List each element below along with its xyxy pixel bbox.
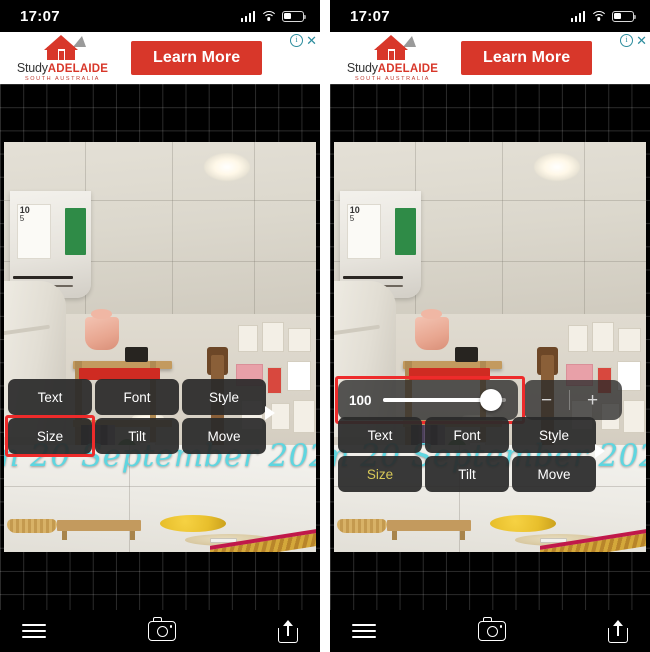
wifi-icon bbox=[590, 10, 607, 22]
guitar-body bbox=[490, 514, 556, 532]
slider-thumb bbox=[480, 389, 503, 411]
slider-fill bbox=[383, 398, 492, 402]
woven-basket bbox=[337, 518, 388, 533]
tilt-button[interactable]: Tilt bbox=[425, 456, 509, 492]
size-button[interactable]: Size bbox=[8, 418, 92, 454]
battery-icon bbox=[282, 10, 307, 22]
house-logo-icon bbox=[40, 34, 86, 60]
status-bar: 17:07 bbox=[330, 0, 650, 32]
right-phone-screenshot: 17:07 StudyADELAIDE SOUTH AUSTRALIA Lear… bbox=[330, 0, 650, 652]
ad-banner[interactable]: StudyADELAIDE SOUTH AUSTRALIA Learn More… bbox=[0, 32, 320, 84]
photo-canvas[interactable]: 10 5 bbox=[330, 84, 650, 652]
font-button[interactable]: Font bbox=[95, 379, 179, 415]
status-bar: 17:07 bbox=[0, 0, 320, 32]
photo-canvas[interactable]: 10 5 bbox=[0, 84, 320, 652]
learn-more-button[interactable]: Learn More bbox=[461, 41, 593, 75]
info-icon[interactable]: i bbox=[620, 34, 634, 47]
learn-more-button[interactable]: Learn More bbox=[131, 41, 263, 75]
close-icon[interactable]: ✕ bbox=[636, 34, 647, 47]
size-slider: 100 bbox=[338, 380, 518, 420]
ceiling-light bbox=[533, 152, 580, 181]
text-button[interactable]: Text bbox=[8, 379, 92, 415]
woven-basket bbox=[7, 518, 58, 533]
pink-container bbox=[414, 309, 449, 350]
size-stepper: − + bbox=[524, 380, 622, 420]
bottom-toolbar bbox=[0, 610, 320, 652]
hamburger-menu-icon[interactable] bbox=[22, 624, 46, 638]
camera-icon[interactable] bbox=[478, 617, 506, 641]
slider-track[interactable] bbox=[383, 389, 506, 411]
expand-arrow-icon[interactable] bbox=[595, 444, 605, 458]
camera-icon[interactable] bbox=[148, 617, 176, 641]
editor-button-pad: Text Font Style Size Tilt Move bbox=[8, 379, 266, 454]
photo-floor bbox=[4, 445, 316, 552]
status-bar-icons bbox=[570, 10, 637, 22]
ad-banner[interactable]: StudyADELAIDE SOUTH AUSTRALIA Learn More… bbox=[330, 32, 650, 84]
ad-brand-tagline: SOUTH AUSTRALIA bbox=[24, 76, 101, 82]
plus-icon[interactable]: + bbox=[570, 391, 615, 410]
guitar-body bbox=[160, 514, 226, 532]
info-icon[interactable]: i bbox=[290, 34, 304, 47]
text-button[interactable]: Text bbox=[338, 417, 422, 453]
style-button[interactable]: Style bbox=[182, 379, 266, 415]
share-icon[interactable] bbox=[608, 619, 628, 643]
status-bar-clock: 17:07 bbox=[350, 7, 390, 25]
status-bar-icons bbox=[240, 10, 307, 22]
size-value: 100 bbox=[349, 392, 372, 408]
status-bar-clock: 17:07 bbox=[20, 7, 60, 25]
edited-photo[interactable]: 10 5 bbox=[4, 142, 316, 552]
screenshot-divider bbox=[320, 0, 330, 652]
wifi-icon bbox=[260, 10, 277, 22]
low-shelf bbox=[57, 520, 142, 540]
share-icon[interactable] bbox=[278, 619, 298, 643]
ad-brand-name: StudyADELAIDE bbox=[346, 61, 439, 75]
cellular-bars-icon bbox=[240, 10, 255, 22]
ad-badges: i ✕ bbox=[620, 34, 647, 47]
move-button[interactable]: Move bbox=[182, 418, 266, 454]
font-button[interactable]: Font bbox=[425, 417, 509, 453]
low-shelf bbox=[387, 520, 472, 540]
ad-logo: StudyADELAIDE SOUTH AUSTRALIA bbox=[330, 34, 455, 82]
left-phone-screenshot: 17:07 StudyADELAIDE SOUTH AUSTRALIA Lear… bbox=[0, 0, 320, 652]
move-button[interactable]: Move bbox=[512, 456, 596, 492]
size-button[interactable]: Size bbox=[338, 456, 422, 492]
pink-container bbox=[84, 309, 119, 350]
ad-brand-tagline: SOUTH AUSTRALIA bbox=[354, 76, 431, 82]
ad-logo: StudyADELAIDE SOUTH AUSTRALIA bbox=[0, 34, 125, 82]
comparison-screenshot: 17:07 StudyADELAIDE SOUTH AUSTRALIA Lear… bbox=[0, 0, 650, 652]
hamburger-menu-icon[interactable] bbox=[352, 624, 376, 638]
minus-icon[interactable]: − bbox=[524, 391, 569, 410]
battery-icon bbox=[612, 10, 637, 22]
style-button[interactable]: Style bbox=[512, 417, 596, 453]
editor-button-pad: Text Font Style Size Tilt Move bbox=[338, 417, 596, 492]
close-icon[interactable]: ✕ bbox=[306, 34, 317, 47]
ad-brand-name: StudyADELAIDE bbox=[16, 61, 109, 75]
ceiling-light bbox=[203, 152, 250, 181]
bottom-toolbar bbox=[330, 610, 650, 652]
expand-arrow-icon[interactable] bbox=[265, 406, 275, 420]
cellular-bars-icon bbox=[570, 10, 585, 22]
house-logo-icon bbox=[370, 34, 416, 60]
ad-badges: i ✕ bbox=[290, 34, 317, 47]
tilt-button[interactable]: Tilt bbox=[95, 418, 179, 454]
